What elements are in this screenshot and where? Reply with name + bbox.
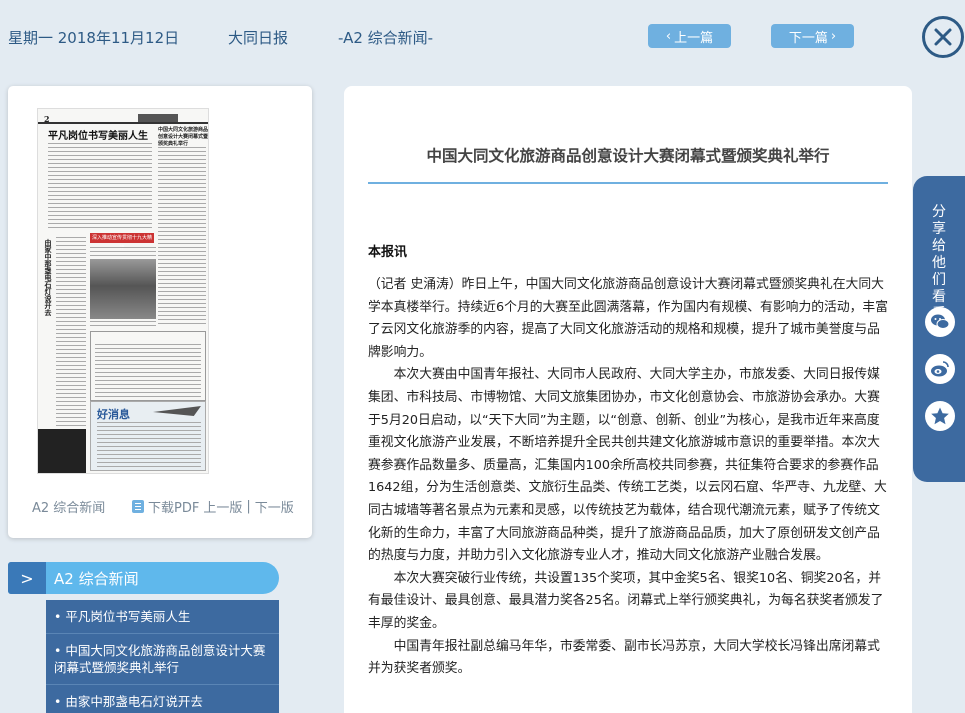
section-article-item[interactable]: • 平凡岗位书写美丽人生	[46, 600, 279, 634]
title-divider	[368, 182, 888, 184]
thumbnail-text-block	[48, 143, 152, 229]
section-name: -A2 综合新闻-	[338, 29, 434, 47]
thumbnail-notice-box	[90, 331, 206, 401]
star-icon	[931, 407, 949, 425]
article-lead: 本报讯	[368, 245, 408, 260]
thumbnail-ad: 好消息	[90, 401, 206, 471]
section-article-item[interactable]: • 由家中那盏电石灯说开去	[46, 685, 279, 713]
prev-article-label: 上一篇	[674, 30, 714, 46]
download-pdf-link[interactable]: 下载PDF	[148, 497, 199, 516]
thumbnail-text-block	[97, 422, 201, 468]
thumbnail-vertical-headline: 由家中那盏电石灯说开去	[44, 239, 52, 316]
newspaper-page-thumbnail[interactable]: 2 平凡岗位书写美丽人生 中国大同文化旅游商品创意设计大赛闭幕式暨颁奖典礼举行 …	[37, 108, 209, 474]
prev-article-button[interactable]: ‹ 上一篇	[648, 24, 731, 48]
thumbnail-photo	[90, 259, 156, 319]
section-nav-title: A2 综合新闻	[54, 569, 139, 588]
section-article-item[interactable]: • 中国大同文化旅游商品创意设计大赛闭幕式暨颁奖典礼举行	[46, 634, 279, 685]
next-article-button[interactable]: 下一篇 ›	[771, 24, 854, 48]
thumbnail-text-block	[56, 237, 86, 427]
prev-page-link[interactable]: 上一版	[203, 497, 242, 516]
close-icon	[934, 28, 952, 46]
page-thumbnail-card: 2 平凡岗位书写美丽人生 中国大同文化旅游商品创意设计大赛闭幕式暨颁奖典礼举行 …	[8, 86, 312, 538]
thumbnail-masthead: 2	[38, 114, 208, 124]
thumbnail-red-banner: 深入推动宣传贯彻十九大精神	[90, 233, 154, 251]
thumbnail-section-label: A2 综合新闻	[32, 501, 106, 516]
article-paragraph: 本次大赛突破行业传统，共设置135个奖项，其中金奖5名、银奖10名、铜奖20名，…	[368, 570, 884, 631]
wechat-share-button[interactable]	[925, 307, 955, 337]
thumbnail-ad-title: 好消息	[97, 408, 130, 421]
next-page-link[interactable]: 下一版	[255, 497, 294, 516]
article-title: 中国大同文化旅游商品创意设计大赛闭幕式暨颁奖典礼举行	[426, 147, 830, 165]
thumbnail-left-ad	[38, 429, 86, 473]
thumbnail-right-headline: 中国大同文化旅游商品创意设计大赛闭幕式暨颁奖典礼举行	[158, 127, 209, 147]
thumbnail-text-block	[158, 147, 206, 327]
wechat-icon	[931, 314, 950, 329]
page-download-links: 下载PDF 上一版 | 下一版	[132, 497, 294, 516]
paper-name: 大同日报	[228, 29, 289, 47]
thumbnail-section-band	[138, 114, 178, 122]
article-body: （记者 史涌涛）昨日上午，中国大同文化旅游商品创意设计大赛闭幕式暨颁奖典礼在大同…	[368, 274, 889, 681]
share-label: 分享给他们看看	[932, 204, 946, 322]
airplane-icon	[153, 406, 201, 416]
article-paragraph: 中国青年报社副总编马年华，市委常委、副市长冯苏京，大同大学校长冯锋出席闭幕式并为…	[368, 638, 880, 677]
article-paragraph: （记者 史涌涛）昨日上午，中国大同文化旅游商品创意设计大赛闭幕式暨颁奖典礼在大同…	[368, 277, 889, 360]
next-article-label: 下一篇	[788, 30, 828, 46]
section-nav-header[interactable]: > A2 综合新闻	[8, 562, 279, 594]
pdf-download-icon	[132, 500, 144, 513]
weibo-share-button[interactable]	[925, 354, 955, 384]
thumbnail-text-block	[90, 321, 156, 329]
article-paragraph: 本次大赛由中国青年报社、大同市人民政府、大同大学主办，市旅发委、大同日报传媒集团…	[368, 367, 887, 564]
favorite-share-button[interactable]	[925, 401, 955, 431]
thumbnail-text-block	[95, 344, 201, 398]
link-separator: |	[246, 499, 251, 514]
article-panel: 中国大同文化旅游商品创意设计大赛闭幕式暨颁奖典礼举行 本报讯 （记者 史涌涛）昨…	[344, 86, 912, 713]
chevron-left-icon: ‹	[665, 28, 672, 44]
thumbnail-page-number: 2	[44, 114, 50, 124]
chevron-right-icon: ›	[830, 28, 837, 44]
section-article-list: • 平凡岗位书写美丽人生 • 中国大同文化旅游商品创意设计大赛闭幕式暨颁奖典礼举…	[46, 600, 279, 713]
thumbnail-text-block	[90, 247, 156, 257]
weibo-icon	[931, 361, 949, 377]
share-sidebar: 分享给他们看看	[913, 176, 965, 482]
chevron-right-icon: >	[8, 562, 46, 594]
close-button[interactable]	[922, 16, 964, 58]
issue-date: 星期一 2018年11月12日	[8, 29, 180, 47]
thumbnail-headline: 平凡岗位书写美丽人生	[48, 131, 148, 142]
